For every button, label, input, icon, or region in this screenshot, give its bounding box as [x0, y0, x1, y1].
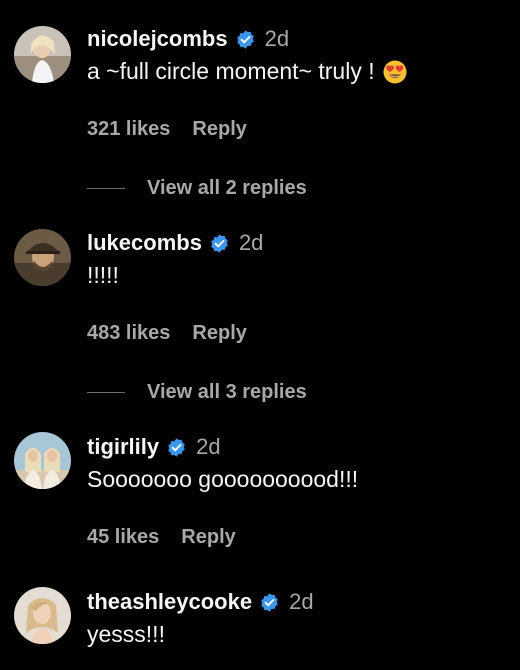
view-replies-label: View all 2 replies: [147, 177, 307, 199]
comment-header: nicolejcombs 2d: [87, 24, 289, 54]
avatar[interactable]: [14, 229, 71, 286]
comment-header: tigirlily 2d: [87, 432, 221, 462]
avatar[interactable]: [14, 26, 71, 83]
timestamp: 2d: [289, 589, 314, 614]
comment-text-row: a ~full circle moment~ truly !: [87, 58, 407, 85]
comment-text: a ~full circle moment~ truly !: [87, 58, 375, 84]
likes-count[interactable]: 321 likes: [87, 118, 170, 141]
comment-meta: 45 likes Reply: [87, 526, 236, 549]
username[interactable]: nicolejcombs: [87, 26, 228, 52]
timestamp: 2d: [238, 230, 264, 255]
comment-item: tigirlily 2d Sooooooo goooooooood!!! 45 …: [0, 432, 520, 552]
view-replies-label: View all 3 replies: [147, 381, 307, 403]
comment-item: lukecombs 2d !!!!! 483 likes Reply View …: [0, 228, 520, 408]
comment-text-row: Sooooooo goooooooood!!!: [87, 466, 358, 493]
view-replies-button[interactable]: View all 2 replies: [87, 177, 307, 200]
comment-meta: 483 likes Reply: [87, 322, 247, 345]
comment-item: theashleycooke 2d yesss!!!: [0, 587, 520, 667]
comment-item: nicolejcombs 2d a ~full circle moment~ t…: [0, 24, 520, 204]
verified-badge-icon: [166, 437, 187, 458]
avatar[interactable]: [14, 432, 71, 489]
comment-text: Sooooooo goooooooood!!!: [87, 466, 359, 492]
reply-button[interactable]: Reply: [192, 118, 246, 141]
view-replies-button[interactable]: View all 3 replies: [87, 381, 307, 404]
replies-divider-line: [87, 188, 125, 189]
comment-header: theashleycooke 2d: [87, 587, 314, 617]
heart-eyes-emoji-icon: [383, 60, 407, 84]
comment-text-row: !!!!!: [87, 262, 119, 289]
avatar[interactable]: [14, 587, 71, 644]
timestamp: 2d: [264, 26, 290, 51]
likes-count[interactable]: 483 likes: [87, 322, 170, 345]
comment-text: yesss!!!: [87, 621, 165, 647]
username[interactable]: lukecombs: [87, 230, 202, 256]
comment-text-row: yesss!!!: [87, 621, 165, 648]
verified-badge-icon: [259, 592, 280, 613]
username[interactable]: theashleycooke: [87, 589, 252, 615]
verified-badge-icon: [209, 233, 230, 254]
comment-text: !!!!!: [87, 262, 119, 288]
reply-button[interactable]: Reply: [192, 322, 246, 345]
replies-divider-line: [87, 392, 125, 393]
comment-header: lukecombs 2d: [87, 228, 263, 258]
reply-button[interactable]: Reply: [181, 526, 235, 549]
timestamp: 2d: [196, 434, 221, 459]
username[interactable]: tigirlily: [87, 434, 159, 460]
verified-badge-icon: [235, 29, 256, 50]
comment-meta: 321 likes Reply: [87, 118, 247, 141]
likes-count[interactable]: 45 likes: [87, 526, 159, 549]
